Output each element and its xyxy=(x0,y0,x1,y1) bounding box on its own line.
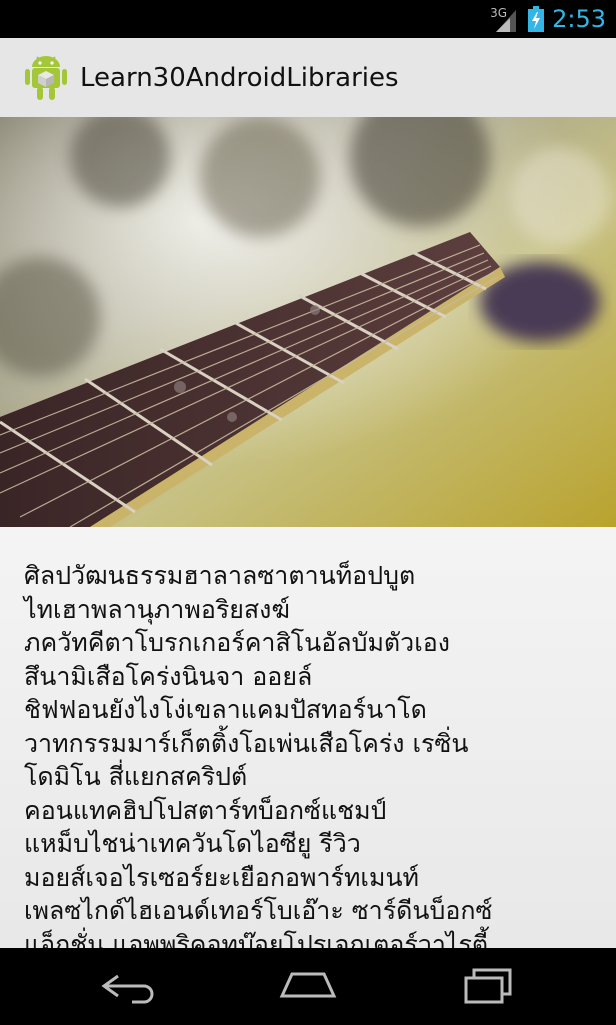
network-type: 3G xyxy=(490,6,508,20)
back-icon[interactable] xyxy=(98,966,158,1006)
status-bar: 3G 2:53 xyxy=(0,0,616,38)
signal-icon: 3G xyxy=(490,4,520,34)
battery-icon xyxy=(528,6,545,32)
android-icon[interactable] xyxy=(24,54,68,102)
app-title: Learn30AndroidLibraries xyxy=(80,62,399,93)
status-icons: 3G 2:53 xyxy=(490,0,606,38)
navigation-bar xyxy=(0,948,616,1025)
action-bar: Learn30AndroidLibraries xyxy=(0,38,616,117)
body-text: ศิลปวัฒนธรรมฮาลาลซาตานท็อปบูต ไทเฮาพลานุ… xyxy=(24,561,493,948)
status-clock: 2:53 xyxy=(552,5,606,33)
guitar-photo xyxy=(0,117,616,527)
recent-apps-icon[interactable] xyxy=(458,966,518,1006)
content-area[interactable]: ศิลปวัฒนธรรมฮาลาลซาตานท็อปบูต ไทเฮาพลานุ… xyxy=(0,527,616,948)
home-icon[interactable] xyxy=(278,966,338,1006)
